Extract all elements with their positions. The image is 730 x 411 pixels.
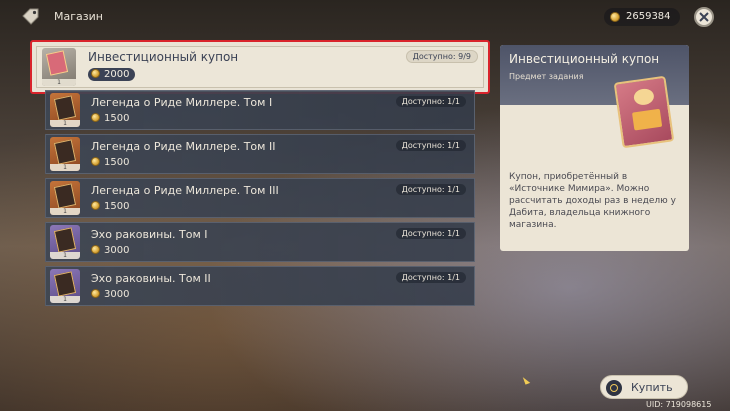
item-price: 3000 [91, 289, 129, 300]
shop-item[interactable]: 1 Легенда о Риде Миллере. Том I Доступно… [45, 90, 475, 130]
item-price: 3000 [91, 245, 129, 256]
item-price: 1500 [91, 113, 129, 124]
coin-icon [91, 201, 100, 210]
book-icon [53, 227, 77, 253]
item-thumbnail: 1 [50, 137, 80, 171]
shop-item[interactable]: 1 Инвестиционный купон Доступно: 9/9 200… [30, 40, 490, 94]
currency-amount: 2659384 [626, 11, 671, 22]
book-icon [53, 139, 77, 165]
coin-icon [91, 289, 100, 298]
item-qty: 1 [50, 120, 80, 127]
shop-tag-icon [22, 8, 39, 25]
detail-title: Инвестиционный купон [509, 52, 660, 66]
page-title: Магазин [54, 10, 103, 23]
close-button[interactable] [694, 7, 714, 27]
item-name: Легенда о Риде Миллере. Том I [91, 96, 273, 109]
item-availability: Доступно: 9/9 [405, 50, 478, 63]
coupon-emblem-icon [632, 87, 655, 107]
item-availability: Доступно: 1/1 [395, 184, 466, 195]
primogem-coin-icon [610, 12, 620, 22]
shop-item[interactable]: 1 Эхо раковины. Том II Доступно: 1/1 300… [45, 266, 475, 306]
item-qty: 1 [50, 252, 80, 259]
item-price: 2000 [88, 68, 136, 81]
coin-icon [91, 69, 100, 78]
shop-item[interactable]: 1 Легенда о Риде Миллере. Том II Доступн… [45, 134, 475, 174]
item-availability: Доступно: 1/1 [395, 228, 466, 239]
coin-icon [91, 113, 100, 122]
detail-description: Купон, приобретённый в «Источнике Мимира… [509, 172, 676, 230]
coupon-image [613, 75, 675, 149]
item-qty: 1 [50, 208, 80, 215]
item-thumbnail: 1 [50, 93, 80, 127]
item-name: Легенда о Риде Миллере. Том III [91, 184, 279, 197]
item-availability: Доступно: 1/1 [395, 272, 466, 283]
book-icon [53, 183, 77, 209]
cursor-icon [522, 375, 531, 385]
item-thumbnail: 1 [50, 269, 80, 303]
item-name: Легенда о Риде Миллере. Том II [91, 140, 276, 153]
user-uid: UID: 719098615 [646, 400, 712, 409]
coin-icon [91, 157, 100, 166]
shop-item[interactable]: 1 Легенда о Риде Миллере. Том III Доступ… [45, 178, 475, 218]
item-price: 1500 [91, 157, 129, 168]
book-icon [53, 271, 77, 297]
coin-icon [91, 245, 100, 254]
currency-counter: 2659384 [604, 8, 680, 26]
item-thumbnail: 1 [50, 181, 80, 215]
item-thumbnail: 1 [42, 48, 76, 86]
item-qty: 1 [50, 164, 80, 171]
book-icon [53, 95, 77, 121]
item-availability: Доступно: 1/1 [395, 140, 466, 151]
envelope-icon [631, 108, 663, 131]
close-icon [699, 12, 709, 22]
coupon-icon [45, 50, 69, 76]
buy-button-label: Купить [631, 381, 673, 394]
shop-item[interactable]: 1 Эхо раковины. Том I Доступно: 1/1 3000 [45, 222, 475, 262]
top-bar: Магазин 2659384 [0, 0, 730, 34]
item-detail-panel: Инвестиционный купон Предмет задания Куп… [500, 45, 689, 251]
item-name: Инвестиционный купон [88, 50, 239, 64]
item-name: Эхо раковины. Том II [91, 272, 211, 285]
item-availability: Доступно: 1/1 [395, 96, 466, 107]
item-name: Эхо раковины. Том I [91, 228, 208, 241]
confirm-icon [606, 380, 622, 396]
item-price: 1500 [91, 201, 129, 212]
detail-item-type: Предмет задания [509, 72, 584, 81]
buy-button[interactable]: Купить [600, 375, 688, 399]
item-qty: 1 [50, 296, 80, 303]
item-thumbnail: 1 [50, 225, 80, 259]
item-qty: 1 [42, 79, 76, 86]
